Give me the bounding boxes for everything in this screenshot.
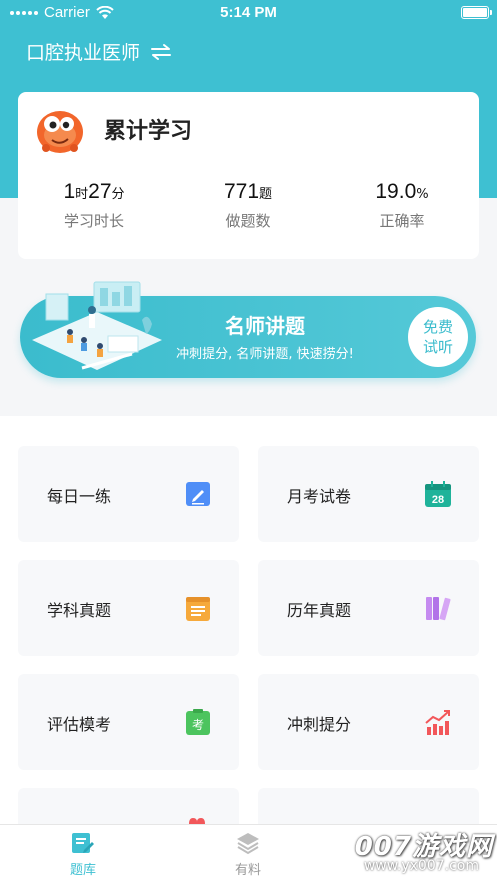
exam-title: 口腔执业医师 [26,42,141,64]
stat-question-count: 771题 做题数 [178,180,318,231]
teacher-lecture-banner[interactable]: 名师讲题 冲刺提分, 名师讲题, 快速捞分! 免费 试听 [20,281,476,378]
trial-line1: 免费 [422,318,453,336]
tab-label: 题库 [69,863,96,878]
tile-partial-left[interactable] [18,788,239,824]
tile-past-years-questions[interactable]: 历年真题 [258,560,479,656]
tab-content[interactable]: 有料 [208,831,288,878]
tile-label: 冲刺提分 [287,715,352,734]
exam-selector[interactable]: 口腔执业医师 [26,38,172,65]
tab-question-bank[interactable]: 题库 [43,831,123,878]
stat-accuracy: 19.0% 正确率 [332,180,472,231]
stat-value: 19.0 [375,180,417,203]
pencil-note-icon [186,482,210,506]
mascot-avatar [37,111,83,153]
stat-unit: % [416,187,429,202]
stat-minutes-unit: 分 [111,187,125,202]
exam-icon-text: 考 [192,718,204,732]
tile-label: 历年真题 [287,601,352,620]
status-time: 5:14 PM [220,4,277,21]
tile-partial-right[interactable] [258,788,479,824]
tile-label: 学科真题 [47,601,112,620]
notepad-icon [186,597,210,621]
stat-minutes-value: 27 [88,180,112,203]
tile-label: 每日一练 [47,487,112,506]
exam-clipboard-icon: 考 [186,709,210,735]
stat-hours-unit: 时 [75,187,89,202]
swap-icon[interactable] [150,43,172,61]
tile-assessment-mock-exam[interactable]: 评估模考 考 [18,674,239,770]
tile-label: 评估模考 [47,715,112,734]
card-title: 累计学习 [104,119,193,144]
banner-title: 名师讲题 [225,314,305,338]
stat-label: 正确率 [379,212,425,230]
question-bank-icon [72,833,94,853]
tile-label: 月考试卷 [287,487,352,506]
tile-daily-practice[interactable]: 每日一练 [18,446,239,542]
free-trial-button[interactable]: 免费 试听 [408,307,468,367]
stat-value: 771 [223,180,260,203]
status-bar: Carrier 5:14 PM [0,0,497,26]
banner-subtitle: 冲刺提分, 名师讲题, 快速捞分! [176,347,354,362]
study-stats-card: 累计学习 1时27分 学习时长 771题 做题数 19.0% 正确率 [18,92,479,259]
stat-unit: 题 [259,187,273,202]
trial-line2: 试听 [422,338,453,356]
calendar-date-text: 28 [432,494,444,506]
layers-icon [237,833,259,855]
stat-label: 学习时长 [63,212,124,230]
tile-subject-real-questions[interactable]: 学科真题 [18,560,239,656]
watermark-url: www.yx007.com [363,858,479,874]
calendar-28-icon: 28 [425,481,451,507]
battery-icon [461,6,492,19]
books-icon [426,597,451,621]
stat-label: 做题数 [225,212,271,230]
stat-study-time: 1时27分 学习时长 [24,180,164,231]
tile-monthly-exam[interactable]: 月考试卷 28 [258,446,479,542]
stat-hours-value: 1 [63,180,76,203]
trend-chart-icon [425,710,450,735]
tile-sprint-improvement[interactable]: 冲刺提分 [258,674,479,770]
tab-label: 有料 [234,863,261,878]
